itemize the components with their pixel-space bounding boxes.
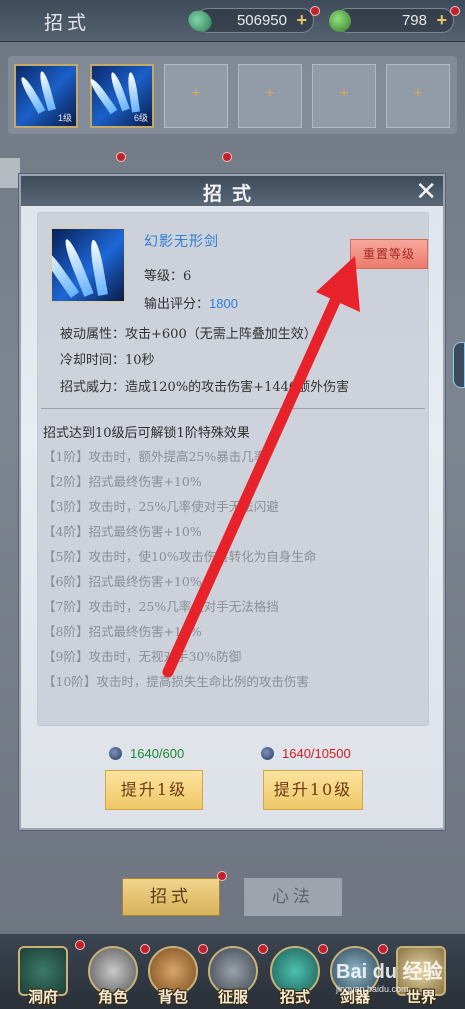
cooldown-row: 冷却时间：10秒 [60, 349, 155, 368]
tier-item: 【7阶】攻击时，25%几率使对手无法格挡 [43, 599, 279, 614]
jade-icon [185, 6, 215, 35]
currency-jade[interactable]: 506950 + [185, 6, 314, 35]
notification-dot [310, 6, 320, 16]
upgrade-1-button[interactable]: 提升1级 [105, 770, 203, 810]
skill-slot-empty[interactable]: + [386, 64, 450, 128]
tier-item: 【5阶】攻击时，使10%攻击伤害转化为自身生命 [43, 549, 317, 564]
skill-score-label: 输出评分： [144, 297, 210, 312]
nav-item-bag[interactable]: 背包 [144, 940, 202, 1006]
side-drawer-handle[interactable] [453, 342, 465, 388]
add-icon: + [339, 85, 349, 102]
cooldown-label: 冷却时间： [60, 353, 126, 368]
tier-item: 【2阶】招式最终伤害+10% [43, 474, 202, 489]
upgrade-1-cost: 1640/600 [109, 746, 184, 761]
nav-label: 洞府 [27, 988, 58, 1006]
upgrade-1-cost-value: 1640/600 [130, 746, 185, 761]
skill-name: 幻影无形剑 [144, 234, 219, 250]
dialog-title: 招式 [202, 183, 261, 205]
power-row: 招式威力：造成120%的攻击伤害+1440额外伤害 [60, 376, 349, 395]
nav-item-character[interactable]: 角色 [84, 940, 142, 1006]
dialog-header: 招式 ✕ [21, 176, 443, 206]
power-value: 造成120%的攻击伤害+1440额外伤害 [125, 380, 350, 395]
cost-icon [109, 747, 122, 760]
power-label: 招式威力： [60, 380, 126, 395]
tiers-header: 招式达到10级后可解锁1阶特殊效果 [43, 426, 250, 441]
tier-item: 【8阶】招式最终伤害+10% [43, 624, 202, 639]
skill-slot-bar: 1级 6级 + + + + [8, 56, 457, 134]
nav-label: 角色 [97, 988, 128, 1006]
divider [41, 408, 425, 409]
tab-skills[interactable]: 招式 [122, 878, 220, 916]
watermark-url: jingyan.baidu.com [336, 984, 409, 994]
nav-item-cave[interactable]: 洞府 [14, 940, 72, 1006]
skill-level-value: 6 [183, 269, 192, 284]
passive-label: 被动属性： [60, 327, 126, 342]
cooldown-value: 10秒 [125, 353, 155, 368]
skill-level-label: 等级： [144, 269, 184, 284]
skill-score-value: 1800 [209, 296, 238, 311]
close-icon[interactable]: ✕ [415, 176, 437, 207]
nav-item-conquer[interactable]: 征服 [204, 940, 262, 1006]
skill-detail-dialog: 招式 ✕ 幻影无形剑 重置等级 等级：6 输出评分：1800 被动属性：攻击+6… [19, 174, 445, 830]
currency-gem[interactable]: 798 + [329, 8, 454, 33]
add-icon: + [265, 85, 275, 102]
page-title: 招式 [44, 12, 91, 34]
notification-dot [378, 944, 388, 954]
nav-label: 招式 [279, 988, 310, 1006]
skill-icon [50, 227, 126, 303]
gem-icon [329, 9, 351, 32]
upgrade-10-cost-value: 1640/10500 [282, 746, 351, 761]
skill-slot-empty[interactable]: + [164, 64, 228, 128]
nav-label: 背包 [157, 988, 188, 1006]
tier-item: 【9阶】攻击时，无视对手30%防御 [43, 649, 242, 664]
add-jade-icon[interactable]: + [296, 10, 307, 31]
background-panel-edge [0, 158, 20, 188]
watermark: Bai du 经验 jingyan.baidu.com [336, 955, 461, 1005]
notification-dot [217, 871, 227, 881]
notification-dot [222, 152, 232, 162]
watermark-brand: Bai du 经验 [336, 961, 443, 983]
notification-dot [116, 152, 126, 162]
add-icon: + [191, 85, 201, 102]
upgrade-10-cost: 1640/10500 [261, 746, 351, 761]
nav-item-skills[interactable]: 招式 [266, 940, 324, 1006]
notification-dot [450, 6, 460, 16]
skill-slot-empty[interactable]: + [312, 64, 376, 128]
tier-item: 【1阶】攻击时，额外提高25%暴击几率 [43, 449, 267, 464]
passive-row: 被动属性：攻击+600（无需上阵叠加生效） [60, 323, 317, 342]
skill-score-row: 输出评分：1800 [144, 293, 238, 312]
tier-item: 【4阶】招式最终伤害+10% [43, 524, 202, 539]
skill-slot-level: 1级 [57, 113, 72, 123]
tier-item: 【3阶】攻击时，25%几率使对手无法闪避 [43, 499, 279, 514]
skill-slot-level: 6级 [133, 113, 148, 123]
tier-item: 【6阶】招式最终伤害+10% [43, 574, 202, 589]
add-gem-icon[interactable]: + [436, 10, 447, 31]
passive-value: 攻击+600（无需上阵叠加生效） [125, 327, 317, 342]
tab-mind-method[interactable]: 心法 [244, 878, 342, 916]
skill-slot-empty[interactable]: + [238, 64, 302, 128]
skill-slot-2[interactable]: 6级 [87, 64, 154, 128]
reset-level-button[interactable]: 重置等级 [350, 239, 428, 269]
top-bar: 招式 506950 + 798 + [0, 0, 465, 42]
add-icon: + [413, 85, 423, 102]
skill-level-row: 等级：6 [144, 265, 191, 284]
upgrade-10-button[interactable]: 提升10级 [263, 770, 363, 810]
tier-item: 【10阶】攻击时，提高损失生命比例的攻击伤害 [43, 674, 309, 689]
skill-slot-1[interactable]: 1级 [14, 64, 78, 128]
nav-label: 征服 [217, 988, 248, 1006]
cost-icon [261, 747, 274, 760]
